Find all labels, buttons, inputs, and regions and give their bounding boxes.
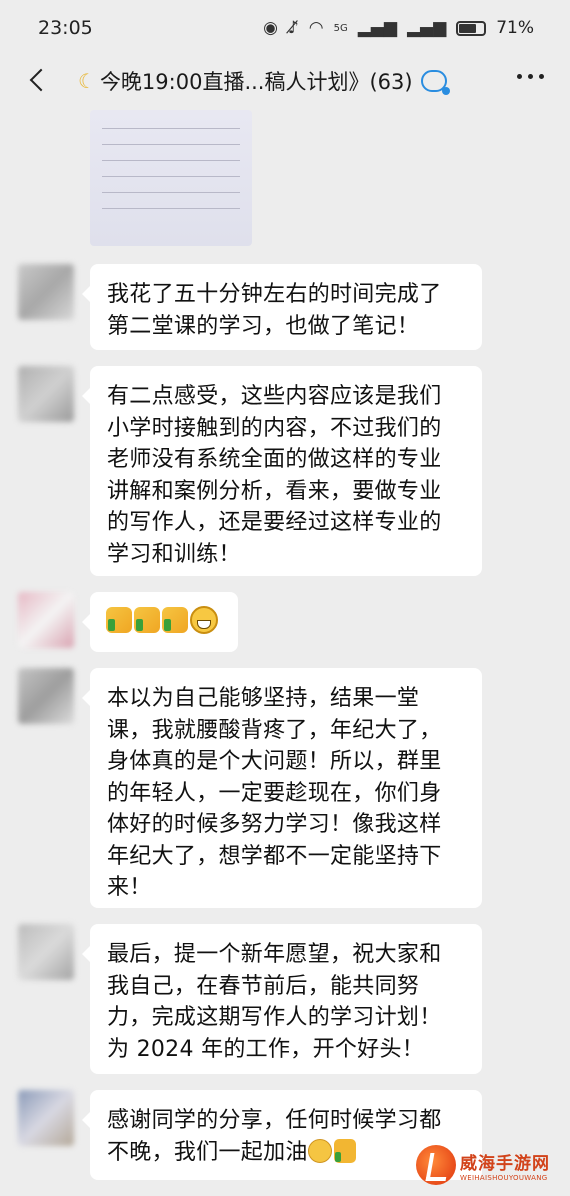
back-icon[interactable] bbox=[20, 62, 56, 98]
mute-icon: ♪̸ bbox=[287, 18, 299, 38]
watermark-logo bbox=[416, 1145, 456, 1185]
avatar[interactable] bbox=[18, 366, 74, 422]
moon-icon: ☾ bbox=[78, 69, 96, 93]
thumbs-up-icon bbox=[162, 607, 188, 633]
avatar[interactable] bbox=[18, 668, 74, 724]
avatar[interactable] bbox=[18, 924, 74, 980]
battery-icon bbox=[456, 20, 487, 36]
watermark-text: 威海手游网 WEIHAISHOUYOUWANG bbox=[460, 1149, 550, 1182]
network-label: 5G bbox=[333, 22, 348, 34]
battery-percent: 71% bbox=[496, 18, 534, 38]
eye-icon: ◉ bbox=[263, 18, 278, 38]
message-bubble[interactable]: 最后，提一个新年愿望，祝大家和 我自己，在春节前后，能共同努 力，完成这期写作人… bbox=[82, 924, 482, 1074]
chat-icon bbox=[420, 70, 450, 95]
message-text: 本以为自己能够坚持，结果一堂 课，我就腰酸背疼了，年纪大了， 身体真的是个大问题… bbox=[107, 686, 442, 900]
avatar[interactable] bbox=[18, 592, 74, 648]
message-text: 最后，提一个新年愿望，祝大家和 我自己，在春节前后，能共同努 力，完成这期写作人… bbox=[107, 942, 442, 1062]
status-bar: 23:05 ◉ ♪̸ ◠ 5G ▂▄▆ ▂▄▆ 71% bbox=[0, 0, 570, 56]
thumbs-up-icon bbox=[106, 607, 132, 633]
message-bubble[interactable]: 我花了五十分钟左右的时间完成了 第二堂课的学习，也做了笔记！ bbox=[82, 264, 482, 350]
message-text: 有二点感受，这些内容应该是我们 小学时接触到的内容，不过我们的 老师没有系统全面… bbox=[107, 384, 442, 567]
signal-icon: ▂▄▆ bbox=[357, 18, 397, 38]
hug-face-icon bbox=[307, 1138, 332, 1163]
wifi-icon: ◠ bbox=[308, 18, 324, 38]
chat-title: 今晚19:00直播...稿人计划》(63) bbox=[99, 70, 413, 94]
watermark-sub: WEIHAISHOUYOUWANG bbox=[460, 1173, 548, 1182]
grinning-face-icon bbox=[190, 606, 218, 634]
message-bubble[interactable]: 本以为自己能够坚持，结果一堂 课，我就腰酸背疼了，年纪大了， 身体真的是个大问题… bbox=[82, 668, 482, 908]
message-bubble[interactable]: 有二点感受，这些内容应该是我们 小学时接触到的内容，不过我们的 老师没有系统全面… bbox=[82, 366, 482, 576]
status-icons: ◉ ♪̸ ◠ 5G ▂▄▆ ▂▄▆ 71% bbox=[263, 18, 534, 38]
chat-title-wrap[interactable]: ☾ 今晚19:00直播...稿人计划》(63) bbox=[78, 64, 450, 98]
thumbs-up-icon bbox=[333, 1138, 356, 1163]
more-icon[interactable] bbox=[517, 74, 544, 79]
watermark: 威海手游网 WEIHAISHOUYOUWANG bbox=[416, 1142, 564, 1188]
avatar[interactable] bbox=[18, 1090, 74, 1146]
emoji-message-bubble[interactable] bbox=[82, 592, 238, 652]
message-text: 我花了五十分钟左右的时间完成了 第二堂课的学习，也做了笔记！ bbox=[107, 282, 442, 339]
chat-header: ☾ 今晚19:00直播...稿人计划》(63) bbox=[0, 56, 570, 106]
watermark-main: 威海手游网 bbox=[460, 1153, 550, 1174]
thumbs-up-icon bbox=[134, 607, 160, 633]
image-message[interactable] bbox=[90, 110, 252, 246]
avatar[interactable] bbox=[18, 264, 74, 320]
status-time: 23:05 bbox=[38, 17, 93, 39]
message-text: 感谢同学的分享，任何时候学习都 不晚，我们一起加油 bbox=[107, 1108, 442, 1165]
signal-icon-2: ▂▄▆ bbox=[406, 18, 447, 38]
emoji-row bbox=[106, 606, 222, 634]
battery-fill bbox=[459, 23, 477, 33]
